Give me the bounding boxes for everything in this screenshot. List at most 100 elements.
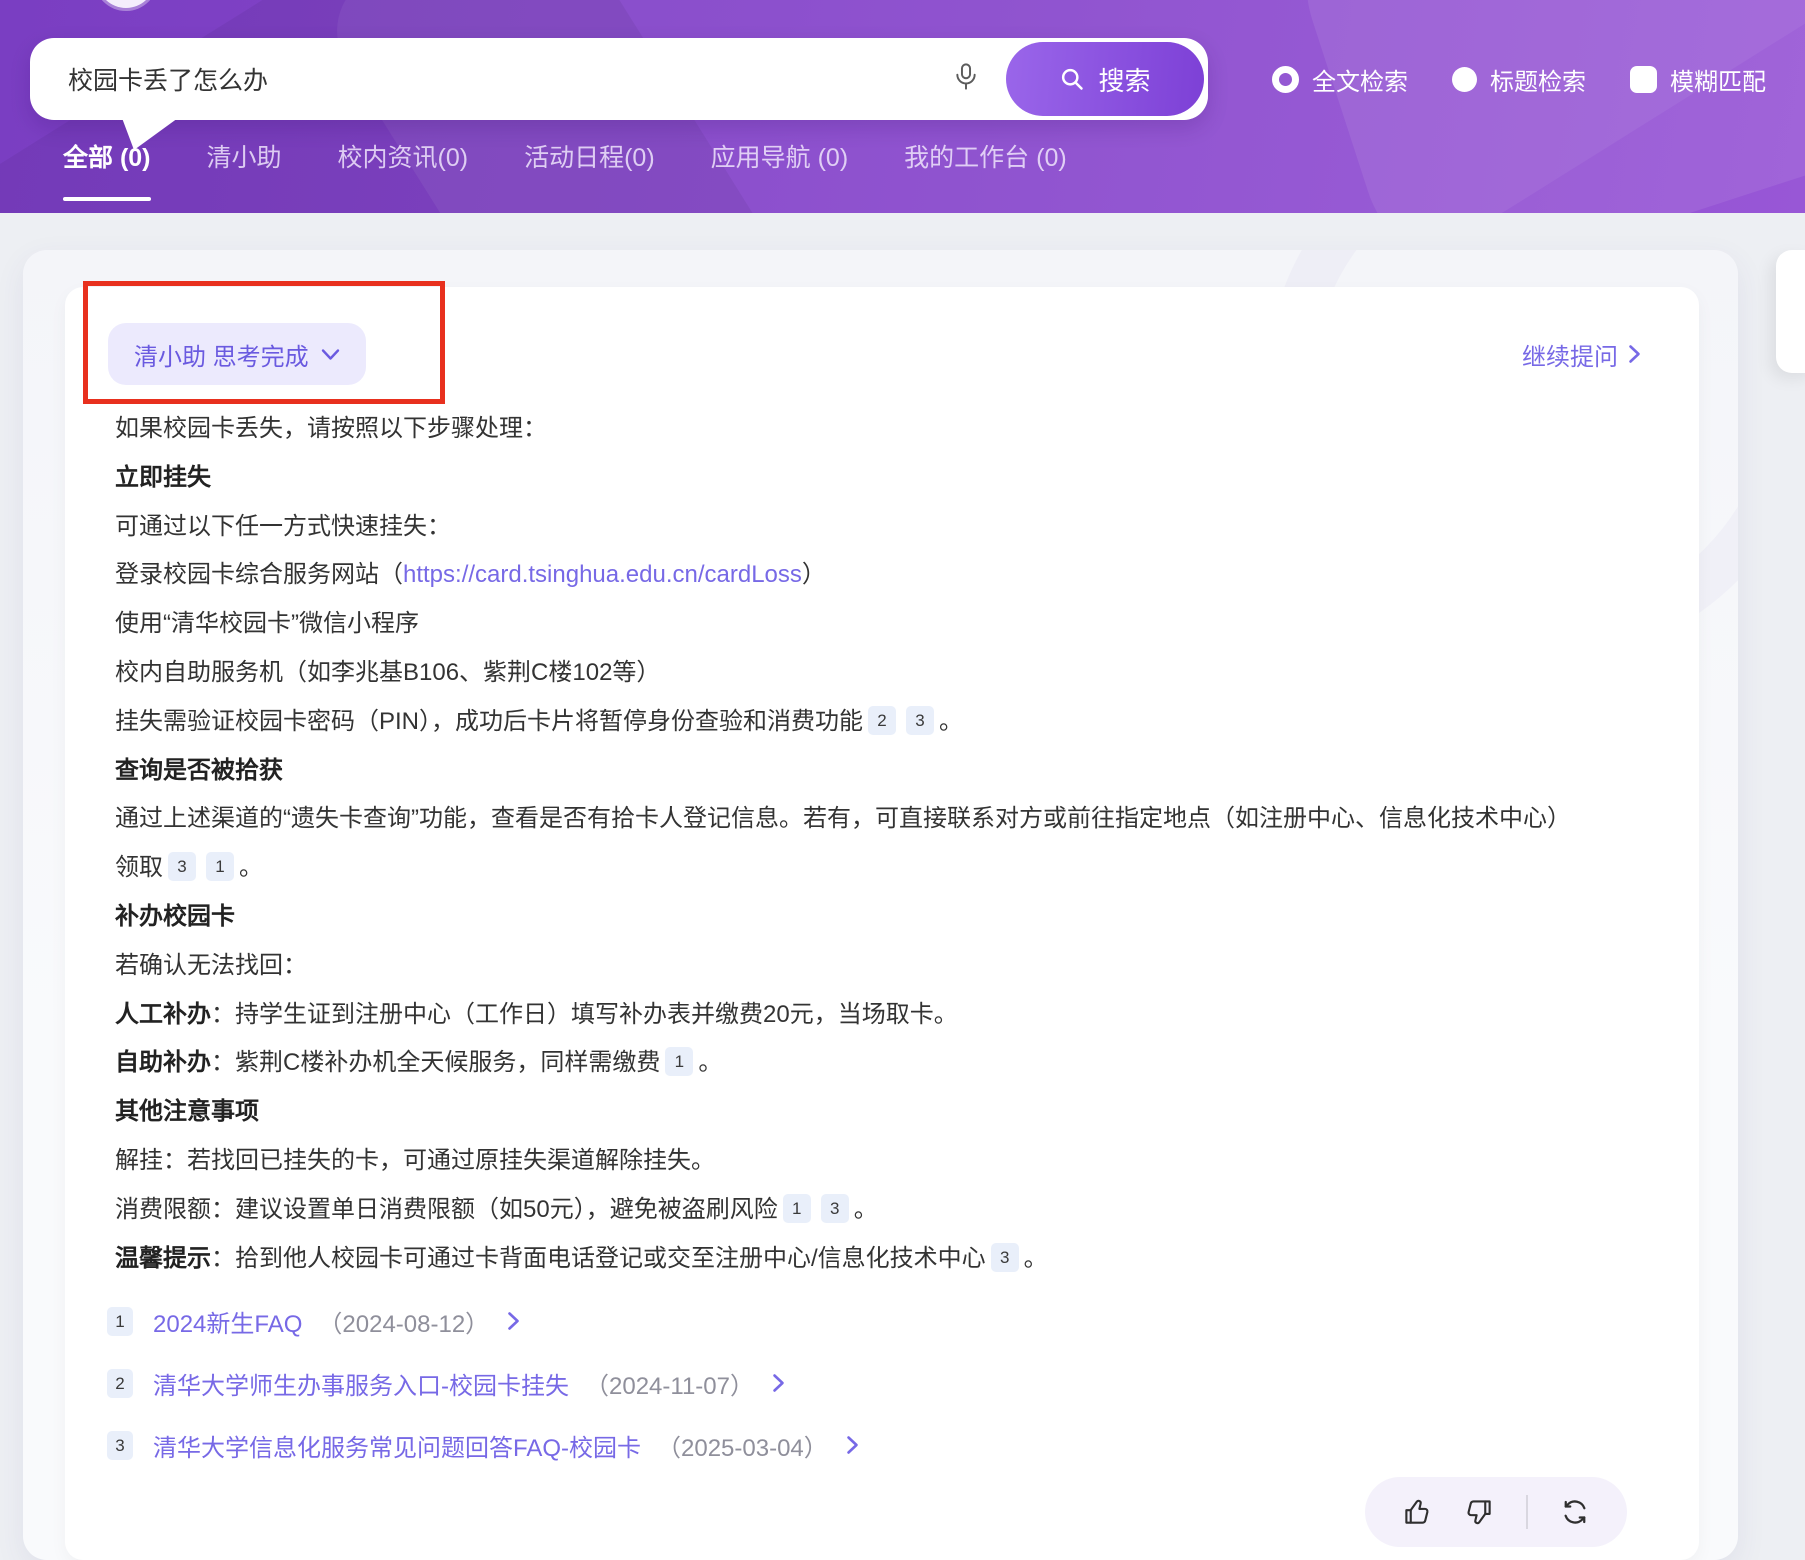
search-button[interactable]: 搜索 xyxy=(1006,42,1204,116)
action-divider xyxy=(1526,1495,1528,1529)
citation-badge[interactable]: 3 xyxy=(821,1194,849,1223)
answer-line: 通过上述渠道的“遗失卡查询”功能，查看是否有拾卡人登记信息。若有，可直接联系对方… xyxy=(115,795,1659,844)
continue-asking-link[interactable]: 继续提问 xyxy=(1522,337,1641,372)
bold-text: 查询是否被拾获 xyxy=(115,757,283,784)
filter-label: 标题检索 xyxy=(1490,62,1586,97)
header: 校园卡丢了怎么办 搜索 全文检索标题检索模糊匹配 全部 (0)清小助校内资讯(0… xyxy=(0,0,1805,213)
reference-item[interactable]: 1 2024新生FAQ （2024-08-12） xyxy=(107,1301,1641,1341)
app-window: 校园卡丢了怎么办 搜索 全文检索标题检索模糊匹配 全部 (0)清小助校内资讯(0… xyxy=(0,0,1805,1560)
answer-line: 人工补办：持学生证到注册中心（工作日）填写补办表并缴费20元，当场取卡。 xyxy=(115,991,1659,1040)
filter-title-search[interactable]: 标题检索 xyxy=(1452,62,1586,97)
tab-campus-news[interactable]: 校内资讯(0) xyxy=(338,138,469,201)
answer-line: 挂失需验证校园卡密码（PIN），成功后卡片将暂停身份查验和消费功能23。 xyxy=(115,698,1659,747)
bold-text: 自助补办 xyxy=(115,1049,211,1076)
text-segment: ：拾到他人校园卡可通过卡背面电话登记或交至注册中心/信息化技术中心 xyxy=(211,1245,986,1272)
text-segment: 。 xyxy=(854,1196,878,1223)
text-segment: 挂失需验证校园卡密码（PIN），成功后卡片将暂停身份查验和消费功能 xyxy=(115,708,863,735)
thumbs-up-button[interactable] xyxy=(1402,1497,1432,1527)
reference-link[interactable]: 清华大学信息化服务常见问题回答FAQ-校园卡 xyxy=(153,1428,641,1463)
inline-link[interactable]: https://card.tsinghua.edu.cn/cardLoss xyxy=(403,561,802,588)
answer-line: 其他注意事项 xyxy=(115,1088,1659,1137)
text-segment: 如果校园卡丢失，请按照以下步骤处理： xyxy=(115,415,547,442)
assistant-answer-card: 清小助 思考完成 继续提问 如果校园卡丢失，请按照以下步骤处理： 立即挂失可通过以… xyxy=(65,287,1699,1560)
continue-asking-label: 继续提问 xyxy=(1522,337,1618,372)
thumbs-down-button[interactable] xyxy=(1464,1497,1494,1527)
bold-text: 人工补办 xyxy=(115,1001,211,1028)
radio-icon[interactable] xyxy=(1272,66,1299,93)
answer-line: 使用“清华校园卡”微信小程序 xyxy=(115,600,1659,649)
answer-line: 登录校园卡综合服务网站（https://card.tsinghua.edu.cn… xyxy=(115,551,1659,600)
assistant-status-label: 清小助 思考完成 xyxy=(134,337,309,372)
chevron-right-icon xyxy=(1628,344,1641,364)
reference-number-badge: 3 xyxy=(107,1431,133,1460)
search-button-label: 搜索 xyxy=(1098,61,1150,98)
text-segment: 解挂：若找回已挂失的卡，可通过原挂失渠道解除挂失。 xyxy=(115,1147,715,1174)
answer-action-bar xyxy=(1365,1477,1627,1547)
side-panel-edge xyxy=(1776,250,1805,373)
citation-badge[interactable]: 3 xyxy=(991,1243,1019,1272)
chevron-right-icon xyxy=(507,1311,520,1331)
bold-text: 其他注意事项 xyxy=(115,1098,259,1125)
chevron-down-icon xyxy=(321,348,340,361)
reference-item[interactable]: 2清华大学师生办事服务入口-校园卡挂失（2024-11-07） xyxy=(107,1363,1641,1403)
citation-badge[interactable]: 1 xyxy=(783,1194,811,1223)
text-segment: 使用“清华校园卡”微信小程序 xyxy=(115,610,419,637)
filter-fuzzy-match[interactable]: 模糊匹配 xyxy=(1630,62,1766,97)
reference-item[interactable]: 3 清华大学信息化服务常见问题回答FAQ-校园卡 （2025-03-04） xyxy=(107,1425,1641,1465)
text-segment: 登录校园卡综合服务网站（ xyxy=(115,561,403,588)
tab-qingxiaozhu[interactable]: 清小助 xyxy=(207,138,282,201)
text-segment: ：持学生证到注册中心（工作日）填写补办表并缴费20元，当场取卡。 xyxy=(211,1001,958,1028)
regenerate-button[interactable] xyxy=(1560,1497,1590,1527)
text-segment: 通过上述渠道的“遗失卡查询”功能，查看是否有拾卡人登记信息。若有，可直接联系对方… xyxy=(115,805,1571,832)
citation-badge[interactable]: 1 xyxy=(665,1047,693,1076)
reference-date: （2024-08-12） xyxy=(318,1304,489,1339)
checkbox-icon[interactable] xyxy=(1630,66,1657,93)
tab-events[interactable]: 活动日程(0) xyxy=(524,138,655,201)
reference-number-badge: 1 xyxy=(107,1307,133,1336)
citation-badge[interactable]: 3 xyxy=(168,852,196,881)
magnifier-icon xyxy=(1059,66,1086,93)
answer-line: 自助补办：紫荆C楼补办机全天候服务，同样需缴费1。 xyxy=(115,1039,1659,1088)
filter-fulltext[interactable]: 全文检索 xyxy=(1272,62,1408,97)
answer-line: 可通过以下任一方式快速挂失： xyxy=(115,503,1659,552)
text-segment: 。 xyxy=(1024,1245,1048,1272)
tab-all[interactable]: 全部 (0) xyxy=(63,138,151,201)
answer-line: 如果校园卡丢失，请按照以下步骤处理： xyxy=(115,405,1659,454)
text-segment: 领取 xyxy=(115,854,163,881)
chevron-right-icon xyxy=(846,1435,859,1455)
reference-link[interactable]: 2024新生FAQ xyxy=(153,1304,302,1339)
answer-line: 解挂：若找回已挂失的卡，可通过原挂失渠道解除挂失。 xyxy=(115,1137,1659,1186)
bold-text: 温馨提示 xyxy=(115,1245,211,1272)
text-segment: ：紫荆C楼补办机全天候服务，同样需缴费 xyxy=(211,1049,660,1076)
answer-line: 温馨提示：拾到他人校园卡可通过卡背面电话登记或交至注册中心/信息化技术中心3。 xyxy=(115,1235,1659,1284)
text-segment: 消费限额：建议设置单日消费限额（如50元），避免被盗刷风险 xyxy=(115,1196,778,1223)
answer-line: 查询是否被拾获 xyxy=(115,747,1659,796)
tab-app-nav[interactable]: 应用导航 (0) xyxy=(711,138,849,201)
answer-line: 补办校园卡 xyxy=(115,893,1659,942)
answer-line: 立即挂失 xyxy=(115,454,1659,503)
text-segment: 。 xyxy=(939,708,963,735)
reference-date: （2025-03-04） xyxy=(657,1428,828,1463)
bold-text: 立即挂失 xyxy=(115,464,211,491)
tab-workbench[interactable]: 我的工作台 (0) xyxy=(904,138,1067,201)
text-segment: 。 xyxy=(698,1049,722,1076)
text-segment: 。 xyxy=(239,854,263,881)
reference-link[interactable]: 清华大学师生办事服务入口-校园卡挂失 xyxy=(153,1366,569,1401)
result-tabs: 全部 (0) 清小助校内资讯(0) 活动日程(0) 应用导航 (0) 我的工作台 (0) xyxy=(63,138,1067,201)
text-segment: 若确认无法找回： xyxy=(115,952,307,979)
citation-badge[interactable]: 2 xyxy=(868,706,896,735)
text-segment: 可通过以下任一方式快速挂失： xyxy=(115,513,451,540)
filter-label: 模糊匹配 xyxy=(1670,62,1766,97)
assistant-status-pill[interactable]: 清小助 思考完成 xyxy=(108,323,366,385)
citation-badge[interactable]: 1 xyxy=(206,852,234,881)
microphone-icon[interactable] xyxy=(952,62,980,97)
answer-line: 领取31。 xyxy=(115,844,1659,893)
reference-list: 1 2024新生FAQ （2024-08-12） 2清华大学师生办事服务入口-校园卡挂… xyxy=(107,1301,1641,1465)
radio-icon[interactable] xyxy=(1452,67,1477,92)
citation-badge[interactable]: 3 xyxy=(906,706,934,735)
chevron-right-icon xyxy=(772,1373,785,1393)
answer-line: 若确认无法找回： xyxy=(115,942,1659,991)
answer-line: 消费限额：建议设置单日消费限额（如50元），避免被盗刷风险13。 xyxy=(115,1186,1659,1235)
text-segment: 校内自助服务机（如李兆基B106、紫荆C楼102等） xyxy=(115,659,660,686)
assistant-answer-text: 如果校园卡丢失，请按照以下步骤处理： 立即挂失可通过以下任一方式快速挂失： 登录校园… xyxy=(115,405,1659,1283)
